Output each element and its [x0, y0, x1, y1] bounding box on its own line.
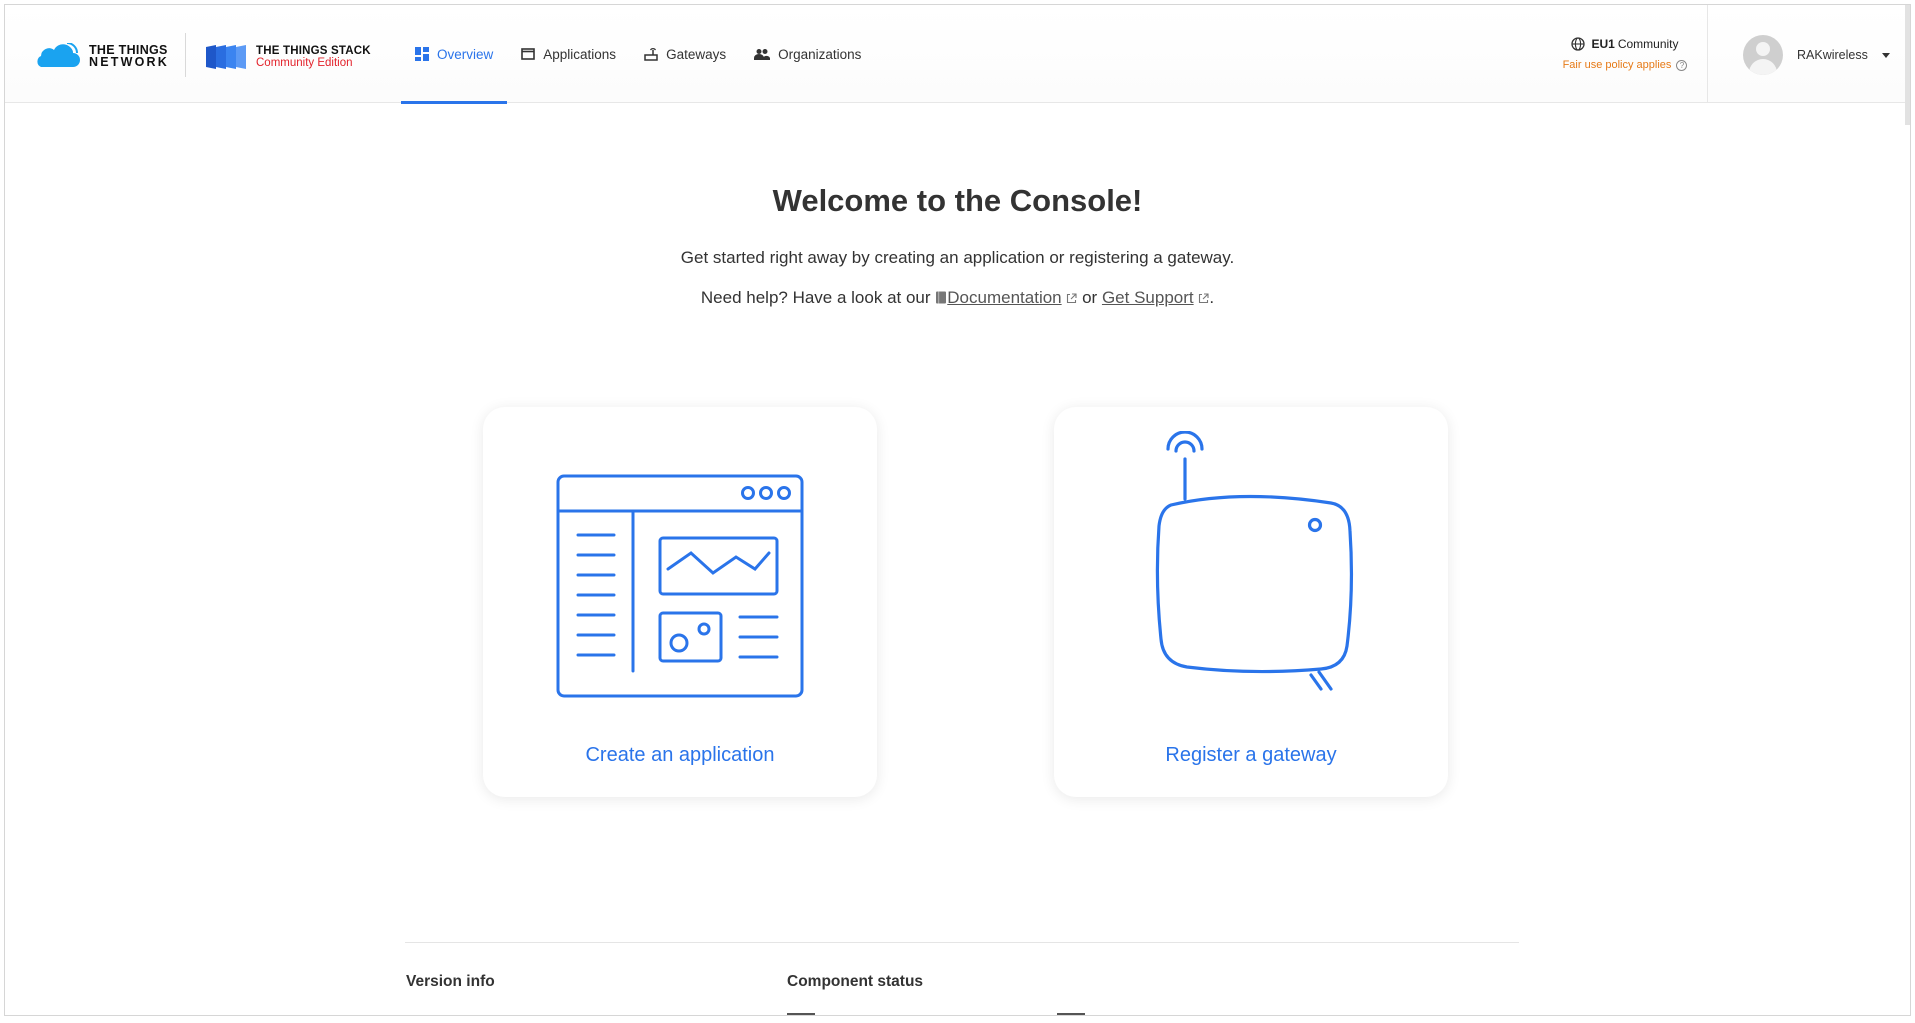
page-title: Welcome to the Console!: [772, 183, 1143, 218]
create-application-label: Create an application: [585, 744, 775, 766]
region-name: Community: [1617, 37, 1679, 51]
nav-organizations[interactable]: Organizations: [740, 5, 875, 103]
get-support-link[interactable]: Get Support: [1102, 288, 1194, 307]
external-link-icon: [1067, 293, 1077, 304]
ttn-logo-line2: NETWORK: [89, 55, 169, 69]
nav-gateways-label: Gateways: [666, 46, 727, 62]
application-window-icon: [521, 48, 536, 60]
help-line: Need help? Have a look at our Documentat…: [5, 288, 1910, 308]
people-icon: [754, 49, 771, 60]
documentation-link[interactable]: Documentation: [947, 288, 1061, 307]
top-header: THE THINGS NETWORK THE THINGS STACK Comm…: [5, 5, 1910, 125]
register-gateway-label: Register a gateway: [1165, 744, 1337, 766]
create-application-card[interactable]: Create an application: [483, 407, 877, 797]
cloud-logo-icon: [37, 43, 80, 67]
ttn-logo[interactable]: THE THINGS NETWORK: [33, 43, 169, 69]
footer-divider: [405, 942, 1519, 943]
scrollbar[interactable]: [1905, 5, 1910, 125]
page-subtitle: Get started right away by creating an ap…: [680, 248, 1235, 267]
fair-use-policy-link[interactable]: Fair use policy applies: [1563, 59, 1672, 71]
component-status-heading: Component status: [787, 973, 924, 990]
nav-overview[interactable]: Overview: [401, 5, 508, 104]
nav-gateways[interactable]: Gateways: [630, 5, 740, 103]
nav-overview-label: Overview: [437, 46, 494, 62]
help-suffix: .: [1209, 288, 1215, 307]
logo-divider: [185, 33, 186, 77]
nav-organizations-label: Organizations: [778, 46, 862, 62]
cluster-region[interactable]: EU1 Community Fair use policy applies ?: [1550, 37, 1700, 71]
gateway-illustration-icon: [1155, 431, 1354, 691]
help-or: or: [1082, 288, 1098, 307]
nav-applications-label: Applications: [543, 46, 617, 62]
region-code: EU1: [1591, 37, 1615, 51]
application-illustration-icon: [556, 474, 804, 698]
main-nav: Overview Applications Gateways Organizat…: [401, 5, 875, 104]
register-gateway-card[interactable]: Register a gateway: [1054, 407, 1448, 797]
caret-down-icon: [1881, 52, 1890, 58]
console-window: THE THINGS NETWORK THE THINGS STACK Comm…: [4, 4, 1911, 1016]
dashboard-icon: [415, 47, 429, 61]
globe-icon: [1571, 37, 1586, 51]
router-icon: [644, 48, 658, 61]
tts-logo[interactable]: THE THINGS STACK Community Edition: [204, 43, 371, 71]
status-indicator: [787, 1013, 815, 1015]
book-icon: [936, 291, 947, 304]
tts-logo-line1: THE THINGS STACK: [256, 45, 371, 57]
user-divider: [1707, 5, 1708, 103]
avatar: [1743, 35, 1783, 75]
user-name: RAKwireless: [1797, 48, 1868, 62]
status-indicator: [1057, 1013, 1085, 1015]
external-link-icon: [1199, 293, 1209, 304]
help-prefix: Need help? Have a look at our: [700, 288, 931, 307]
tts-logo-line2: Community Edition: [256, 57, 353, 69]
user-dropdown[interactable]: RAKwireless: [1743, 35, 1890, 75]
nav-applications[interactable]: Applications: [507, 5, 630, 103]
stack-logo-icon: [206, 45, 246, 69]
help-circle-icon[interactable]: ?: [1676, 59, 1688, 71]
version-info-heading: Version info: [406, 973, 495, 990]
